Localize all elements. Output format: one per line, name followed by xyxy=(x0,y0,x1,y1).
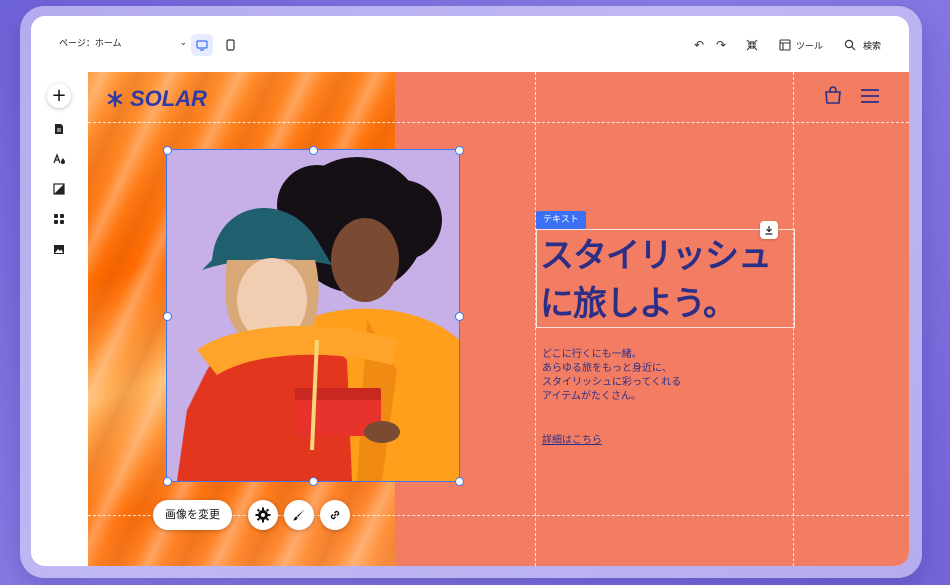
text-element-tag: テキスト xyxy=(536,211,586,229)
body-line: あらゆる旅をもっと身近に、 xyxy=(542,363,672,374)
desktop-view-button[interactable] xyxy=(191,34,213,56)
add-element-button[interactable]: + xyxy=(47,84,71,108)
site-logo[interactable]: SOLAR xyxy=(106,86,207,112)
pages-button[interactable] xyxy=(52,122,66,136)
mobile-view-button[interactable] xyxy=(219,34,241,56)
search-label[interactable]: 検索 xyxy=(863,39,881,52)
tools-label[interactable]: ツール xyxy=(796,39,823,52)
two-women-photo xyxy=(167,150,459,481)
hamburger-menu-button[interactable] xyxy=(860,88,880,108)
contrast-icon xyxy=(53,183,65,195)
tools-button[interactable] xyxy=(778,38,792,52)
site-canvas[interactable]: SOLAR テキスト スタイリッシュに旅しよう。 どこに行くにも一緒。 あらゆる… xyxy=(88,72,909,566)
mobile-icon xyxy=(225,39,235,51)
theme-button[interactable] xyxy=(52,152,66,166)
background-button[interactable] xyxy=(52,182,66,196)
layout-panel-icon xyxy=(779,39,791,51)
redo-button[interactable]: ↷ xyxy=(714,38,728,52)
section-guide-line xyxy=(88,122,909,123)
undo-icon: ↶ xyxy=(693,38,705,52)
page-selector[interactable]: ページ：ホーム ⌄ xyxy=(59,36,188,50)
hero-photo[interactable] xyxy=(166,149,460,482)
hero-heading[interactable]: スタイリッシュに旅しよう。 xyxy=(540,232,800,328)
change-image-button[interactable]: 画像を変更 xyxy=(153,500,232,530)
redo-icon: ↷ xyxy=(715,38,727,52)
collapse-icon xyxy=(746,39,758,51)
brush-icon xyxy=(293,509,305,521)
search-icon xyxy=(844,39,856,51)
image-edit-button[interactable] xyxy=(284,500,314,530)
image-settings-button[interactable] xyxy=(248,500,278,530)
media-button[interactable] xyxy=(52,242,66,256)
resize-handle[interactable] xyxy=(309,477,318,486)
document-icon xyxy=(55,124,63,134)
plus-icon: + xyxy=(51,85,67,106)
resize-handle[interactable] xyxy=(163,146,172,155)
shopping-bag-icon xyxy=(825,86,841,104)
link-icon xyxy=(330,510,340,520)
search-button[interactable] xyxy=(843,38,857,52)
apps-button[interactable] xyxy=(52,212,66,226)
resize-handle[interactable] xyxy=(163,477,172,486)
image-icon xyxy=(54,244,64,254)
resize-handle[interactable] xyxy=(455,477,464,486)
font-color-icon xyxy=(52,153,65,164)
resize-handle[interactable] xyxy=(455,312,464,321)
body-line: スタイリッシュに彩ってくれる xyxy=(542,377,682,388)
hero-body-text[interactable]: どこに行くにも一緒。 あらゆる旅をもっと身近に、 スタイリッシュに彩ってくれる … xyxy=(542,348,681,404)
learn-more-link[interactable]: 詳細はこちら xyxy=(542,431,602,446)
resize-handle[interactable] xyxy=(163,312,172,321)
grid-icon xyxy=(54,214,64,224)
undo-button[interactable]: ↶ xyxy=(692,38,706,52)
page-selector-label: ページ：ホーム xyxy=(59,39,122,49)
logo-text: SOLAR xyxy=(130,86,207,111)
top-toolbar: ページ：ホーム ⌄ ↶ ↷ ツール 検索 xyxy=(31,16,909,72)
resize-handle[interactable] xyxy=(455,146,464,155)
collapse-button[interactable] xyxy=(745,38,759,52)
body-line: どこに行くにも一緒。 xyxy=(542,349,642,360)
hamburger-menu-icon xyxy=(861,89,879,103)
shopping-bag-button[interactable] xyxy=(824,85,842,109)
settings-icon xyxy=(255,507,271,523)
editor-window: ページ：ホーム ⌄ ↶ ↷ ツール 検索 + SOLAR テキスト スタイリッシ… xyxy=(31,16,909,566)
desktop-icon xyxy=(196,39,208,51)
chevron-down-icon: ⌄ xyxy=(179,37,188,48)
resize-handle[interactable] xyxy=(309,146,318,155)
left-sidebar: + xyxy=(31,72,88,566)
asterisk-logo-icon xyxy=(107,90,123,108)
body-line: アイテムがたくさん。 xyxy=(542,391,641,402)
image-link-button[interactable] xyxy=(320,500,350,530)
